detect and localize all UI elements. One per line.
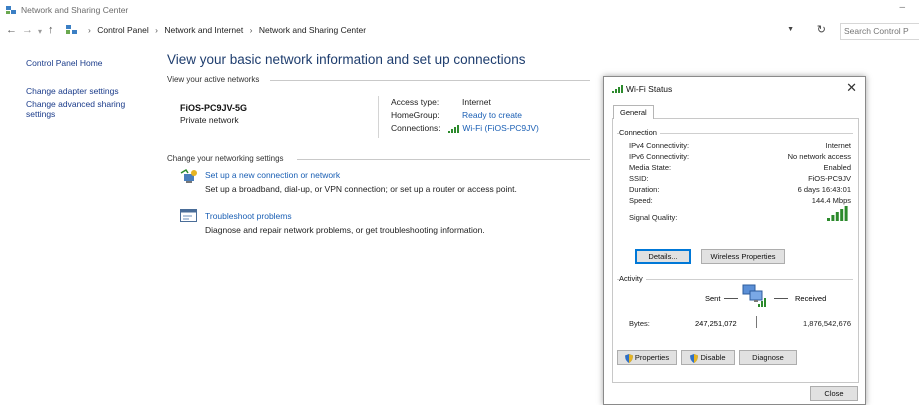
signal-quality-label: Signal Quality: (629, 213, 678, 222)
signal-bar (844, 206, 848, 221)
close-button[interactable]: Close (810, 386, 858, 401)
close-icon[interactable]: ✕ (846, 80, 857, 96)
up-arrow-icon[interactable]: ↑ (48, 24, 54, 36)
access-type-label: Access type: (391, 97, 440, 107)
window-titlebar: Network and Sharing Center – (0, 0, 919, 20)
troubleshoot-icon (180, 209, 197, 222)
wifi-status-dialog: Wi-Fi Status ✕ General Connection IPv4 C… (603, 76, 866, 405)
wireless-properties-button[interactable]: Wireless Properties (701, 249, 785, 264)
received-line (774, 298, 788, 299)
window-title: Network and Sharing Center (21, 5, 129, 15)
speed-value: 144.4 Mbps (811, 196, 851, 205)
ssid-value: FiOS-PC9JV (808, 174, 851, 183)
setup-connection-description: Set up a broadband, dial-up, or VPN conn… (205, 184, 517, 194)
connection-group-heading: Connection (619, 128, 660, 137)
ipv6-label: IPv6 Connectivity: (629, 152, 690, 161)
back-arrow-icon[interactable]: ← (6, 24, 17, 36)
change-advanced-sharing-link[interactable]: Change advanced sharing settings (26, 99, 146, 119)
troubleshoot-problems-link[interactable]: Troubleshoot problems (205, 211, 292, 221)
divider (297, 159, 590, 160)
network-name: FiOS-PC9JV-5G (180, 103, 248, 113)
control-panel-icon (66, 25, 77, 34)
sent-line (724, 298, 738, 299)
properties-button[interactable]: Properties (617, 350, 677, 365)
sent-label: Sent (705, 294, 721, 303)
speed-label: Speed: (629, 196, 653, 205)
wifi-connection-label[interactable]: Wi-Fi (FiOS-PC9JV) (462, 123, 539, 133)
active-networks-heading: View your active networks (167, 75, 260, 84)
ipv4-label: IPv4 Connectivity: (629, 141, 690, 150)
control-panel-home-link[interactable]: Control Panel Home (26, 58, 146, 68)
general-panel: Connection IPv4 Connectivity: Internet I… (612, 118, 859, 383)
tab-general[interactable]: General (613, 105, 654, 119)
bytes-sent-value: 247,251,072 (695, 319, 737, 328)
shield-icon (624, 353, 633, 363)
connections-label: Connections: (391, 123, 441, 133)
refresh-icon[interactable]: ↻ (817, 23, 826, 36)
media-state-value: Enabled (823, 163, 851, 172)
homegroup-link[interactable]: Ready to create (462, 110, 522, 120)
signal-quality-icon (827, 206, 848, 221)
page-title: View your basic network information and … (167, 52, 526, 67)
signal-bar (831, 215, 835, 221)
dialog-title: Wi-Fi Status (626, 84, 673, 94)
ipv6-value: No network access (787, 152, 851, 161)
media-state-label: Media State: (629, 163, 672, 172)
divider (378, 96, 379, 138)
troubleshoot-description: Diagnose and repair network problems, or… (205, 225, 485, 235)
address-bar: ← → ▾ ↑ › Control Panel › Network and In… (0, 20, 919, 42)
wifi-signal-icon (448, 124, 459, 133)
network-category[interactable]: Private network (180, 115, 239, 125)
divider (756, 316, 757, 328)
chevron-down-icon[interactable]: ▼ (787, 26, 794, 33)
details-button[interactable]: Details... (635, 249, 691, 264)
breadcrumb-control-panel[interactable]: Control Panel (97, 25, 149, 35)
access-type-value: Internet (462, 97, 491, 107)
signal-bar (840, 209, 844, 221)
duration-value: 6 days 16:43:01 (797, 185, 851, 194)
breadcrumb-network-sharing-center[interactable]: Network and Sharing Center (259, 25, 366, 35)
breadcrumb: › Control Panel › Network and Internet ›… (88, 25, 367, 35)
ssid-label: SSID: (629, 174, 649, 183)
setup-connection-link[interactable]: Set up a new connection or network (205, 170, 340, 180)
address-field[interactable]: › Control Panel › Network and Internet ›… (62, 23, 832, 37)
wifi-signal-icon (612, 85, 623, 93)
bytes-received-value: 1,876,542,676 (803, 319, 851, 328)
divider (617, 279, 853, 280)
properties-button-label: Properties (634, 353, 670, 362)
change-adapter-settings-link[interactable]: Change adapter settings (26, 86, 146, 96)
homegroup-label: HomeGroup: (391, 110, 440, 120)
recent-locations-icon[interactable]: ▾ (38, 27, 42, 36)
left-navigation: Control Panel Home Change adapter settin… (26, 58, 146, 122)
network-computers-icon (742, 284, 766, 307)
duration-label: Duration: (629, 185, 660, 194)
ipv4-value: Internet (825, 141, 851, 150)
search-input[interactable] (841, 24, 919, 37)
network-center-icon (6, 6, 16, 14)
diagnose-button[interactable]: Diagnose (739, 350, 797, 365)
divider (270, 80, 590, 81)
shield-icon (690, 353, 699, 363)
disable-button[interactable]: Disable (681, 350, 735, 365)
bytes-label: Bytes: (629, 319, 650, 328)
disable-button-label: Disable (700, 353, 726, 362)
signal-bar (827, 218, 830, 221)
signal-bar (835, 212, 839, 221)
received-label: Received (795, 294, 827, 303)
wifi-connection-link[interactable]: Wi-Fi (FiOS-PC9JV) (448, 123, 539, 133)
minimize-button[interactable]: – (899, 2, 905, 13)
new-connection-icon (180, 169, 197, 183)
dialog-titlebar: Wi-Fi Status ✕ (604, 77, 865, 99)
breadcrumb-network-and-internet[interactable]: Network and Internet (164, 25, 243, 35)
change-settings-heading: Change your networking settings (167, 154, 284, 163)
forward-arrow-icon[interactable]: → (22, 24, 33, 36)
activity-group-heading: Activity (619, 274, 646, 283)
search-box[interactable] (840, 23, 919, 40)
